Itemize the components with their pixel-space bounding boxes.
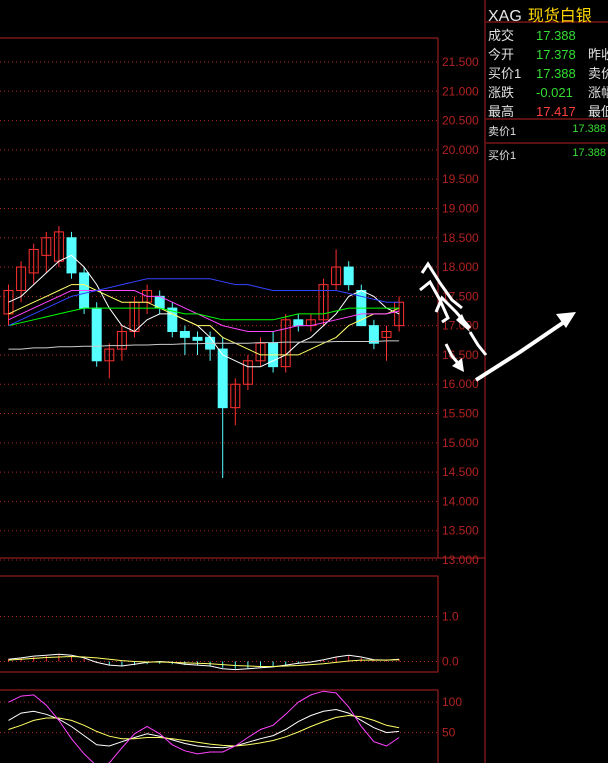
price-tick-label: 21.500 xyxy=(442,55,479,69)
orderbook-value: 17.388 xyxy=(572,147,606,159)
orderbook-ask-row[interactable]: 卖价1 17.388 xyxy=(488,123,606,139)
quote-label: 涨跌 xyxy=(488,85,515,100)
orderbook-label: 买价1 xyxy=(488,150,517,162)
candlestick-series xyxy=(3,226,405,478)
price-tick-label: 13.500 xyxy=(442,524,479,538)
quote-title: XAG 现货白银 xyxy=(488,2,592,26)
ma120-line xyxy=(8,340,400,350)
quote-panel: XAG 现货白银 成交 17.388 今开 17.378 昨收 买价1 17.388 卖价 … xyxy=(486,0,608,763)
quote-row-change: 涨跌 -0.021 涨幅 xyxy=(488,82,608,101)
symbol: XAG xyxy=(488,8,522,25)
price-tick-label: 19.500 xyxy=(442,172,479,186)
candle-body xyxy=(343,266,354,286)
quote-row-bid: 买价1 17.388 卖价 xyxy=(488,63,608,82)
quote-row-high: 最高 17.417 最低 xyxy=(488,101,608,120)
candle-body xyxy=(179,331,190,338)
quote-value: 17.388 xyxy=(536,28,576,43)
kdj-tick-label: 50 xyxy=(442,726,456,740)
quote-label2: 昨收 xyxy=(588,47,608,62)
kdj-panel: 100 50 xyxy=(0,690,462,763)
macd-tick-label: 1.0 xyxy=(442,610,459,624)
quote-row-last: 成交 17.388 xyxy=(488,25,588,44)
quote-label: 买价1 xyxy=(488,66,522,81)
price-tick-label: 15.500 xyxy=(442,407,479,421)
quote-label2: 卖价 xyxy=(588,66,608,81)
orderbook-label: 卖价1 xyxy=(488,126,517,138)
price-tick-label: 14.500 xyxy=(442,465,479,479)
quote-row-open: 今开 17.378 昨收 xyxy=(488,44,608,63)
dea-line xyxy=(8,655,400,667)
instrument-name: 现货白银 xyxy=(527,8,592,25)
quote-value: 17.378 xyxy=(536,47,576,62)
k-line xyxy=(8,708,400,749)
price-tick-label: 20.000 xyxy=(442,143,479,157)
candle-body xyxy=(217,348,228,409)
quote-label: 今开 xyxy=(488,47,515,62)
price-tick-label: 18.500 xyxy=(442,231,479,245)
price-tick-label: 18.000 xyxy=(442,260,479,274)
price-tick-label: 19.000 xyxy=(442,201,479,215)
quote-value: 17.388 xyxy=(536,66,576,81)
price-tick-label: 21.000 xyxy=(442,84,479,98)
price-tick-label: 14.000 xyxy=(442,494,479,508)
macd-tick-label: 0.0 xyxy=(442,655,459,669)
macd-panel: 1.0 0.0 xyxy=(0,610,459,671)
candle-body xyxy=(368,325,379,344)
candle-body xyxy=(293,319,304,327)
price-tick-label: 15.000 xyxy=(442,436,479,450)
quote-value: -0.021 xyxy=(536,85,573,100)
candle-body xyxy=(192,336,203,341)
price-tick-label: 20.500 xyxy=(442,114,479,128)
price-tick-label: 13.000 xyxy=(442,553,479,567)
candle-body xyxy=(91,307,102,362)
quote-label2: 最低 xyxy=(588,104,608,119)
orderbook-bid-row[interactable]: 买价1 17.388 xyxy=(488,147,606,163)
quote-label2: 涨幅 xyxy=(588,85,608,100)
quote-value: 17.417 xyxy=(536,104,576,119)
d-line xyxy=(8,714,400,747)
ma10-line xyxy=(8,284,400,356)
kdj-tick-label: 100 xyxy=(442,695,462,709)
price-tick-label: 16.000 xyxy=(442,377,479,391)
orderbook-value: 17.388 xyxy=(572,123,606,135)
quote-label: 最高 xyxy=(488,104,515,119)
quote-label: 成交 xyxy=(488,28,515,43)
